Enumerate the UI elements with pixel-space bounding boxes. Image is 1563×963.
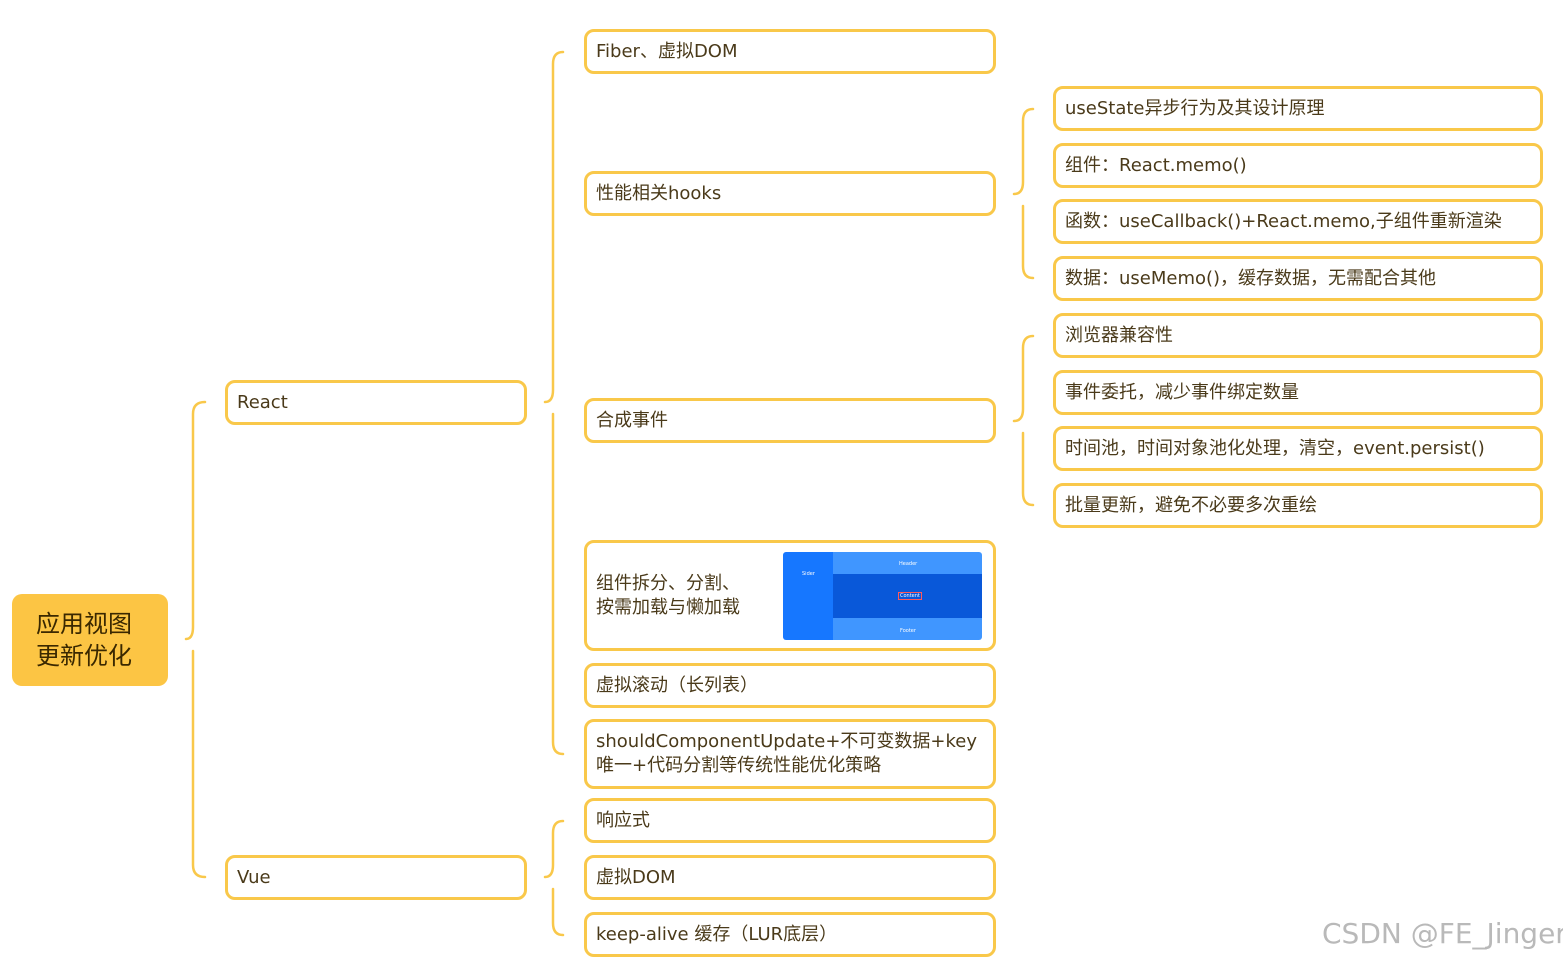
watermark-text: CSDN @FE_Jinger (1322, 917, 1563, 950)
node-hooks-usestate-label: useState异步行为及其设计原理 (1065, 97, 1325, 119)
node-vue-reactive-label: 响应式 (596, 809, 650, 831)
layout-preview-footer-label: Footer (900, 627, 916, 634)
node-vue-virtual-dom[interactable]: 虚拟DOM (584, 855, 996, 900)
layout-preview-image: Sider Header Content Footer (783, 551, 982, 640)
root-node[interactable]: 应用视图 更新优化 (12, 594, 168, 686)
layout-preview-content-label: Content (898, 591, 922, 600)
node-synthetic-batch[interactable]: 批量更新，避免不必要多次重绘 (1053, 483, 1543, 528)
connector-synthetic (1012, 334, 1035, 507)
node-synthetic-pool-label: 时间池，时间对象池化处理，清空，event.persist() (1065, 437, 1485, 459)
layout-preview-content: Content (833, 573, 982, 618)
node-synthetic-pool[interactable]: 时间池，时间对象池化处理，清空，event.persist() (1053, 426, 1543, 471)
connector-root (184, 400, 207, 879)
node-synthetic-events[interactable]: 合成事件 (584, 398, 996, 443)
node-scu-line-2: 唯一+代码分割等传统性能优化策略 (596, 755, 882, 776)
node-vue-reactive[interactable]: 响应式 (584, 798, 996, 843)
node-vue[interactable]: Vue (225, 855, 527, 900)
root-line-1: 应用视图 (36, 610, 132, 638)
node-hooks-usememo-label: 数据：useMemo()，缓存数据，无需配合其他 (1065, 267, 1437, 289)
node-synthetic-delegation-label: 事件委托，减少事件绑定数量 (1065, 381, 1299, 403)
node-hooks-memo[interactable]: 组件：React.memo() (1053, 143, 1543, 188)
layout-preview-header-label: Header (899, 560, 918, 567)
node-synthetic-delegation[interactable]: 事件委托，减少事件绑定数量 (1053, 370, 1543, 415)
node-hooks-usememo[interactable]: 数据：useMemo()，缓存数据，无需配合其他 (1053, 256, 1543, 301)
node-vue-label: Vue (237, 866, 271, 888)
root-line-2: 更新优化 (36, 642, 132, 670)
node-synthetic-batch-label: 批量更新，避免不必要多次重绘 (1065, 494, 1317, 516)
node-virtual-scroll[interactable]: 虚拟滚动（长列表） (584, 663, 996, 708)
mindmap-canvas: 应用视图 更新优化 React Vue Fiber、虚拟DOM 性能相关hook… (0, 0, 1563, 963)
layout-preview-footer: Footer (833, 617, 982, 640)
node-hooks-usestate[interactable]: useState异步行为及其设计原理 (1053, 86, 1543, 131)
node-react[interactable]: React (225, 380, 527, 425)
node-synthetic-compat-label: 浏览器兼容性 (1065, 324, 1173, 346)
node-hooks-label: 性能相关hooks (596, 182, 722, 204)
node-hooks-usecallback[interactable]: 函数：useCallback()+React.memo,子组件重新渲染 (1053, 199, 1543, 244)
connector-hooks (1012, 107, 1035, 280)
node-vue-keep-alive-label: keep-alive 缓存（LUR底层） (596, 923, 838, 945)
node-hooks-usecallback-label: 函数：useCallback()+React.memo,子组件重新渲染 (1065, 210, 1502, 232)
node-virtual-scroll-label: 虚拟滚动（长列表） (596, 674, 758, 696)
node-split-line-2: 按需加载与懒加载 (596, 596, 740, 618)
connector-react (543, 50, 565, 756)
node-split-line-1: 组件拆分、分割、 (596, 572, 740, 594)
node-component-split[interactable]: 组件拆分、分割、 按需加载与懒加载 Sider Header Content F… (584, 540, 996, 651)
node-synthetic-compat[interactable]: 浏览器兼容性 (1053, 313, 1543, 358)
layout-preview-sider-label: Sider (802, 570, 815, 577)
connector-vue (543, 819, 565, 937)
node-scu-line-1: shouldComponentUpdate+不可变数据+key (596, 731, 977, 752)
layout-preview-header: Header (833, 551, 982, 574)
node-fiber[interactable]: Fiber、虚拟DOM (584, 29, 996, 74)
node-fiber-label: Fiber、虚拟DOM (596, 40, 738, 62)
layout-preview-sider: Sider (783, 551, 833, 640)
node-vue-virtual-dom-label: 虚拟DOM (596, 866, 676, 888)
node-synthetic-label: 合成事件 (596, 409, 668, 431)
node-hooks-memo-label: 组件：React.memo() (1065, 154, 1247, 176)
node-hooks[interactable]: 性能相关hooks (584, 171, 996, 216)
node-react-label: React (237, 391, 288, 413)
node-vue-keep-alive[interactable]: keep-alive 缓存（LUR底层） (584, 912, 996, 957)
node-should-component-update[interactable]: shouldComponentUpdate+不可变数据+key 唯一+代码分割等… (584, 719, 996, 789)
